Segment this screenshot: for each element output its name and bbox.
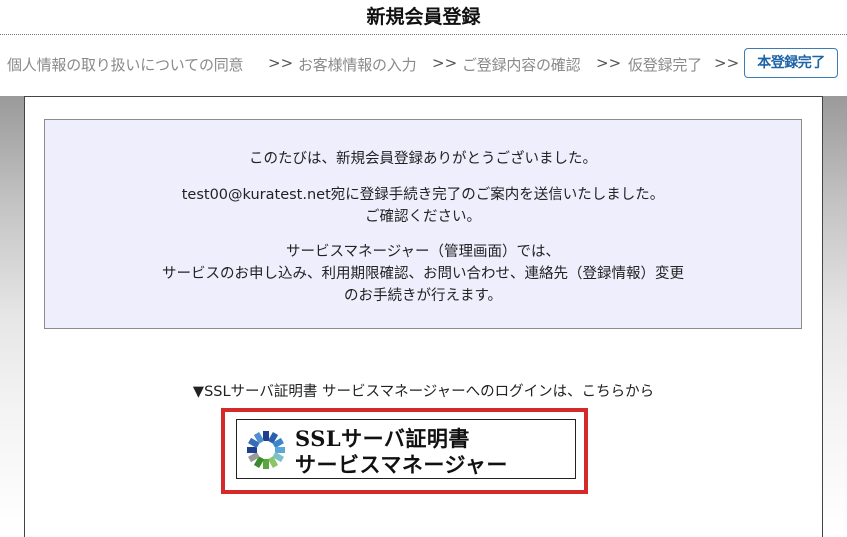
thanks-message: このたびは、新規会員登録ありがとうございました。 xyxy=(249,151,597,167)
confirm-request-message: ご確認ください。 xyxy=(365,209,481,225)
step-confirm: ご登録内容の確認 xyxy=(462,56,581,74)
page-title: 新規会員登録 xyxy=(366,6,481,28)
service-manager-login-banner[interactable]: SSLサーバ証明書 サービスマネージャー xyxy=(236,419,576,479)
manager-intro-message: サービスマネージャー（管理画面）では、 xyxy=(285,244,561,260)
step-provisional-complete: 仮登録完了 xyxy=(628,56,703,74)
main-content: このたびは、新規会員登録ありがとうございました。 test00@kuratest… xyxy=(24,96,823,537)
banner-highlight-frame: SSLサーバ証明書 サービスマネージャー xyxy=(221,408,588,494)
registration-steps: 個人情報の取り扱いについての同意 >> お客様情報の入力 >> ご登録内容の確認… xyxy=(0,47,847,81)
step-separator: >> xyxy=(596,54,622,72)
step-customer-info: お客様情報の入力 xyxy=(298,56,417,74)
login-guide-text: ▼SSLサーバ証明書 サービスマネージャーへのログインは、こちらから xyxy=(192,384,655,400)
completion-message-box: このたびは、新規会員登録ありがとうございました。 test00@kuratest… xyxy=(44,119,802,329)
step-registration-complete: 本登録完了 xyxy=(744,48,838,78)
step-consent: 個人情報の取り扱いについての同意 xyxy=(7,56,244,74)
step-separator: >> xyxy=(268,54,294,72)
ssl-sunburst-logo-icon xyxy=(247,431,285,469)
manager-procedures-message: のお手続きが行えます。 xyxy=(343,288,503,304)
step-separator: >> xyxy=(714,54,740,72)
title-divider xyxy=(0,34,847,35)
manager-features-message: サービスのお申し込み、利用期限確認、お問い合わせ、連絡先（登録情報）変更 xyxy=(162,266,684,282)
banner-title-line2: サービスマネージャー xyxy=(295,452,508,477)
step-separator: >> xyxy=(432,54,458,72)
email-sent-message: test00@kuratest.net宛に登録手続き完了のご案内を送信いたしまし… xyxy=(181,187,665,203)
